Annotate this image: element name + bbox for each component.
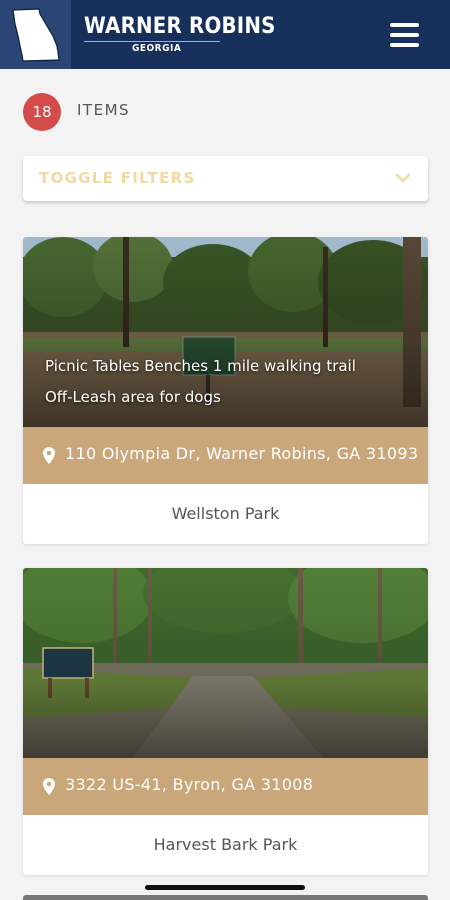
park-photo [23,568,428,758]
results-label: ITEMS [77,101,131,119]
home-indicator[interactable] [145,885,305,890]
park-address-bar[interactable]: 110 Olympia Dr, Warner Robins, GA 31093 [23,427,428,484]
brand-title: WARNER ROBINS [84,14,276,39]
park-address: 3322 US-41, Byron, GA 31008 [65,775,314,794]
brand-divider [84,41,220,42]
state-logo[interactable] [0,0,71,69]
park-name[interactable]: Harvest Bark Park [23,815,428,875]
chevron-down-icon [395,173,411,183]
park-card[interactable]: Picnic Tables Benches 1 mile walking tra… [23,237,428,544]
brand-subtitle: GEORGIA [132,43,182,54]
park-name[interactable]: Wellston Park [23,484,428,544]
park-address: 110 Olympia Dr, Warner Robins, GA 31093 [65,444,419,463]
next-park-card-peek [23,895,428,900]
park-description: Picnic Tables Benches 1 mile walking tra… [45,357,356,406]
app-header: WARNER ROBINS GEORGIA [0,0,450,69]
map-pin-icon [43,447,55,464]
toggle-filters-button[interactable]: TOGGLE FILTERS [23,156,428,201]
results-count-badge: 18 [23,93,61,131]
park-card[interactable]: 3322 US-41, Byron, GA 31008 Harvest Bark… [23,568,428,875]
toggle-filters-label: TOGGLE FILTERS [39,169,196,187]
map-pin-icon [43,778,55,795]
georgia-state-outline-icon [12,8,60,62]
hamburger-menu-icon[interactable] [388,20,422,50]
park-address-bar[interactable]: 3322 US-41, Byron, GA 31008 [23,758,428,815]
